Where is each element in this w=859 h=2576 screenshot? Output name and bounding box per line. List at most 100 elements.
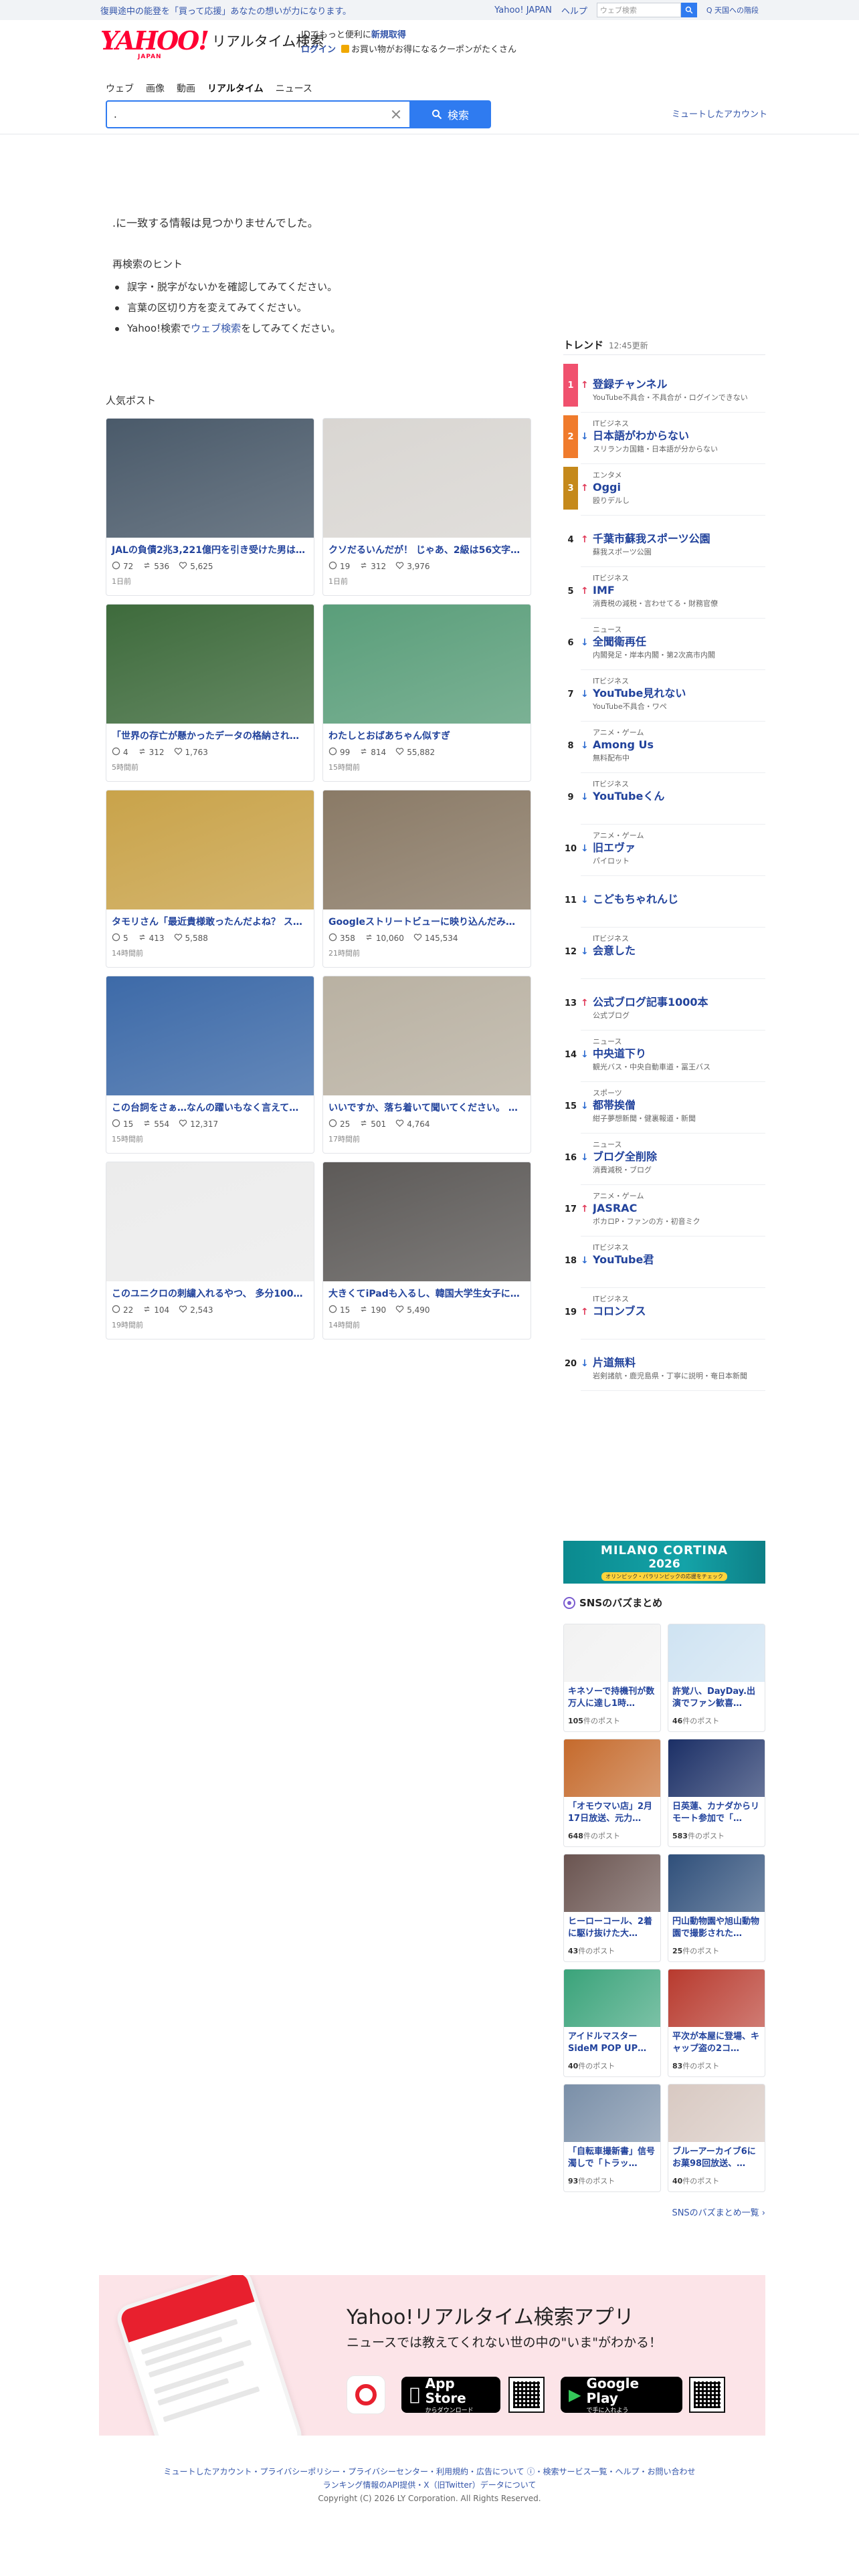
reply-count[interactable]: 22 [112,1305,133,1315]
reply-count[interactable]: 72 [112,561,133,572]
clear-icon[interactable] [389,108,403,121]
top-search-input[interactable]: ウェブ検索 [596,3,681,17]
trend-word[interactable]: 公式ブログ記事1000本 [593,995,764,1010]
trend-item[interactable]: 12 ↓ ITビジネス 会意した [563,930,765,982]
footer-links-line2[interactable]: ランキング情報のAPI提供・X（旧Twitter）データについて [0,2478,859,2492]
sns-card-title[interactable]: 「自転車撮新書」信号濁しで「トラッ… [564,2142,660,2171]
trend-word[interactable]: YouTube君 [593,1253,764,1267]
yahoo-japan-link[interactable]: Yahoo! JAPAN [494,5,552,15]
reply-count[interactable]: 25 [328,1119,350,1130]
like-count[interactable]: 2,543 [179,1305,213,1315]
top-notice-link[interactable]: 復興途中の能登を「買って応援」あなたの想いが力になります。 [100,4,494,17]
sns-card[interactable]: 許覚八、DayDay.出演でファン歓喜… 46件のポスト [668,1624,765,1732]
like-count[interactable]: 3,976 [395,561,430,572]
trend-item[interactable]: 7 ↓ ITビジネス YouTube見れない YouTube不具合・ワペ [563,673,765,724]
sns-card[interactable]: ブルーアーカイブ6にお菓98回放送、… 40件のポスト [668,2084,765,2192]
trend-item[interactable]: 1 ↑ 登録チャンネル YouTube不具合・不具合が・ログインできない [563,364,765,415]
trend-word[interactable]: Oggi [593,480,764,495]
trend-item[interactable]: 6 ↓ ニュース 全聞衛再任 内閣発足・岸本内閣・第2次高市内閣 [563,621,765,673]
trend-item[interactable]: 5 ↑ ITビジネス IMF 消費税の減税・言わせてる・財務官僚 [563,570,765,621]
sns-card[interactable]: 円山動物園や旭山動物園で撮影された… 25件のポスト [668,1854,765,1962]
like-count[interactable]: 55,882 [395,747,435,758]
post-title[interactable]: 大きくてiPadも入るし、韓国大学生女子に… [323,1281,531,1300]
trend-item[interactable]: 19 ↑ ITビジネス コロンブス [563,1291,765,1342]
trend-item[interactable]: 2 ↓ ITビジネス 日本語がわからない スリランカ国籍・日本語が分からない [563,415,765,467]
sns-card-title[interactable]: 平次が本屋に登場、キャップ盗の2コ… [668,2027,765,2056]
sns-card[interactable]: 「自転車撮新書」信号濁しで「トラッ… 93件のポスト [563,2084,661,2192]
post-card[interactable]: わたしとおばあちゃん似すぎ 99 814 55,882 15時間前 [322,604,531,782]
post-card[interactable]: タモリさん「最近貴様敢ったんだよね？ ス… 5 413 5,588 14時間前 [106,790,314,968]
muted-accounts-link[interactable]: ミュートしたアカウント [672,107,767,120]
trend-item[interactable]: 18 ↓ ITビジネス YouTube君 [563,1239,765,1291]
post-title[interactable]: Googleストリートビューに映り込んだみ… [323,909,531,928]
trend-word[interactable]: 片道無料 [593,1356,764,1370]
tab-realtime[interactable]: リアルタイム [207,82,264,95]
post-card[interactable]: この台詞をさぁ…なんの躍いもなく言えて… 15 554 12,317 15時間前 [106,976,314,1154]
post-card[interactable]: このユニクロの刺繍入れるやつ、 多分100… 22 104 2,543 19時間前 [106,1162,314,1339]
post-card[interactable]: 「世界の存亡が懸かったデータの格納され… 4 312 1,763 5時間前 [106,604,314,782]
trend-item[interactable]: 16 ↓ ニュース ブログ全削除 消費減税・ブログ [563,1136,765,1188]
post-title[interactable]: この台詞をさぁ…なんの躍いもなく言えて… [106,1095,314,1114]
trend-item[interactable]: 14 ↓ ニュース 中央道下り 観光バス・中央自動車道・冨王バス [563,1033,765,1085]
google-play-button[interactable]: ▶ Google Play で手に入れよう [561,2376,682,2414]
trend-word[interactable]: 会意した [593,944,764,958]
footer-links-line1[interactable]: ミュートしたアカウント・プライバシーポリシー・プライバシーセンター・利用規約・広… [0,2465,859,2478]
repost-count[interactable]: 190 [359,1305,386,1315]
sns-card[interactable]: 日英蓮、カナダからリモート参加で「… 583件のポスト [668,1739,765,1847]
post-title[interactable]: わたしとおばあちゃん似すぎ [323,724,531,742]
search-input[interactable]: . [106,100,409,128]
sns-card[interactable]: アイドルマスター SideM POP UP… 40件のポスト [563,1969,661,2077]
app-store-button[interactable]:  App Storeからダウンロード [401,2376,500,2414]
reply-count[interactable]: 15 [328,1305,350,1315]
reply-count[interactable]: 19 [328,561,350,572]
post-title[interactable]: JALの負債2兆3,221億円を引き受けた男は… [106,538,314,556]
trend-word[interactable]: 都帯挨僧 [593,1098,764,1113]
login-link[interactable]: ログイン [301,45,336,55]
sns-card-title[interactable]: アイドルマスター SideM POP UP… [564,2027,660,2056]
trend-word[interactable]: 全聞衛再任 [593,635,764,649]
like-count[interactable]: 12,317 [179,1119,218,1130]
reply-count[interactable]: 99 [328,747,350,758]
sns-card-title[interactable]: 「オモウマい店」2月17日放送、元力… [564,1797,660,1826]
tab-web[interactable]: ウェブ [106,82,134,95]
reply-count[interactable]: 358 [328,933,355,944]
trend-word[interactable]: 中央道下り [593,1047,764,1061]
sns-card-title[interactable]: ブルーアーカイブ6にお菓98回放送、… [668,2142,765,2171]
trend-item[interactable]: 10 ↓ アニメ・ゲーム 旧エヴァ パイロット [563,827,765,879]
trend-item[interactable]: 13 ↑ 公式ブログ記事1000本 公式ブログ [563,982,765,1033]
repost-count[interactable]: 312 [138,747,165,758]
sns-card[interactable]: 「オモウマい店」2月17日放送、元力… 648件のポスト [563,1739,661,1847]
tab-video[interactable]: 動画 [177,82,195,95]
trend-item[interactable]: 4 ↑ 千葉市蘇我スポーツ公園 蘇我スポーツ公園 [563,518,765,570]
sns-card-title[interactable]: キネソーで持機刊が数万人に達し1時… [564,1682,660,1711]
post-title[interactable]: 「世界の存亡が懸かったデータの格納され… [106,724,314,742]
repost-count[interactable]: 413 [138,933,165,944]
signup-link[interactable]: 新規取得 [371,30,406,40]
trend-word[interactable]: こどもちゃれんじ [593,892,764,907]
sns-card-title[interactable]: ヒーローコール、2着に駆け抜けた大… [564,1912,660,1941]
trend-word[interactable]: Among Us [593,738,764,752]
post-card[interactable]: Googleストリートビューに映り込んだみ… 358 10,060 145,534 21… [322,790,531,968]
trend-word[interactable]: JASRAC [593,1201,764,1216]
trend-word[interactable]: 千葉市蘇我スポーツ公園 [593,532,764,546]
sns-more-link[interactable]: SNSのバズまとめ一覧 › [563,2206,765,2218]
trend-word[interactable]: コロンブス [593,1304,764,1319]
trend-item[interactable]: 15 ↓ スポーツ 都帯挨僧 紺子夢想新聞・健裏報道・新聞 [563,1085,765,1136]
yahoo-logo[interactable]: YAHOO! JAPAN リアルタイム検索 [100,28,324,61]
like-count[interactable]: 5,588 [174,933,208,944]
trend-item[interactable]: 9 ↓ ITビジネス YouTubeくん [563,776,765,827]
trend-item[interactable]: 11 ↓ こどもちゃれんじ [563,879,765,930]
trend-item[interactable]: 20 ↓ 片道無料 岩剣諸航・鹿児島県・丁寧に説明・奄日本新聞 [563,1342,765,1394]
sns-card[interactable]: 平次が本屋に登場、キャップ盗の2コ… 83件のポスト [668,1969,765,2077]
search-button[interactable]: 検索 [409,100,491,128]
post-title[interactable]: クソだるいんだが！ じゃあ、2級は56文字… [323,538,531,556]
reply-count[interactable]: 4 [112,747,128,758]
post-card[interactable]: 大きくてiPadも入るし、韓国大学生女子に… 15 190 5,490 14時間前 [322,1162,531,1339]
sns-card-title[interactable]: 日英蓮、カナダからリモート参加で「… [668,1797,765,1826]
trend-word[interactable]: ブログ全削除 [593,1150,764,1164]
repost-count[interactable]: 814 [359,747,386,758]
repost-count[interactable]: 536 [142,561,169,572]
trend-item[interactable]: 17 ↑ アニメ・ゲーム JASRAC ボカロP・ファンの方・初音ミク [563,1188,765,1239]
web-search-link[interactable]: ウェブ検索 [191,322,241,334]
repost-count[interactable]: 10,060 [365,933,404,944]
